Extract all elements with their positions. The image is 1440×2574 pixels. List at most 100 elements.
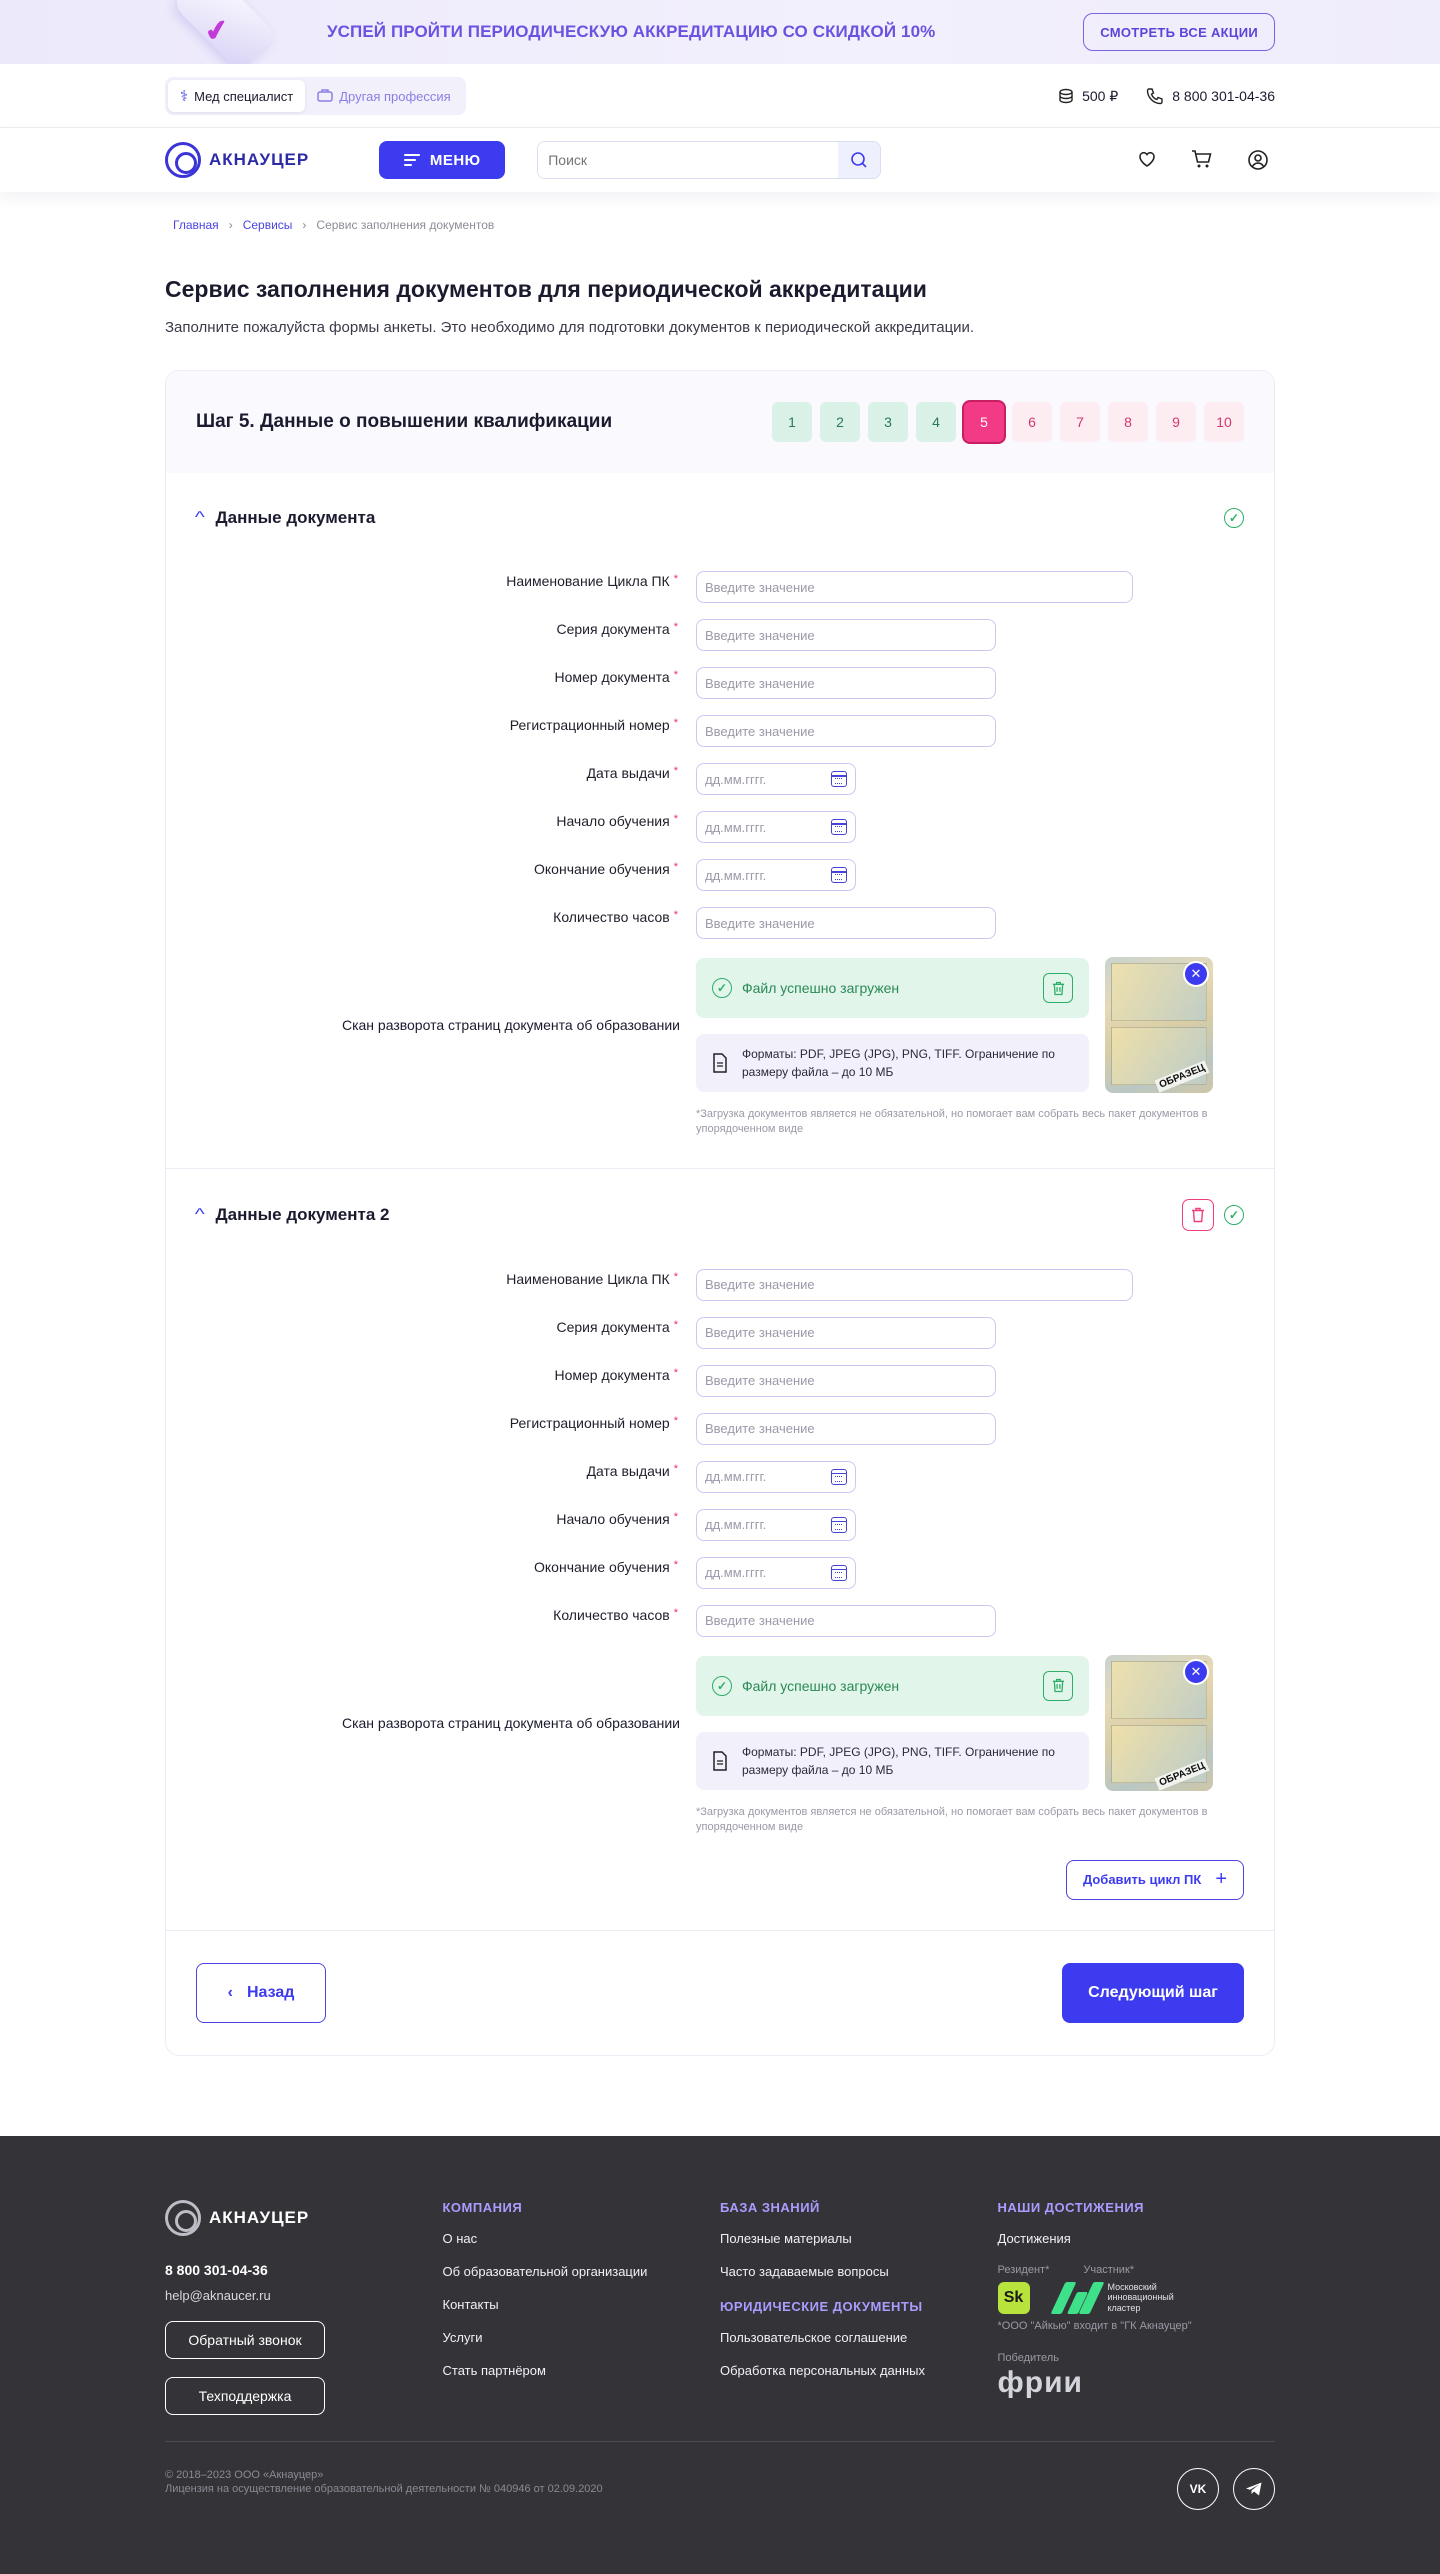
menu-button[interactable]: МЕНЮ — [379, 141, 506, 179]
chevron-up-icon[interactable]: ^ — [195, 509, 205, 527]
calendar-icon[interactable] — [831, 1564, 847, 1581]
main-header: АКНАУЦЕР МЕНЮ — [0, 128, 1440, 192]
uploaded-scan-preview[interactable]: ✕ ОБРАЗЕЦ — [1105, 1654, 1213, 1791]
footer-link-about[interactable]: О нас — [443, 2231, 721, 2246]
footer-link-agreement[interactable]: Пользовательское соглашение — [720, 2330, 998, 2345]
field-label: Наименование Цикла ПК * — [506, 573, 678, 589]
step-10[interactable]: 10 — [1204, 402, 1244, 442]
calendar-icon[interactable] — [831, 771, 847, 787]
calendar-icon[interactable] — [831, 1516, 847, 1533]
calendar-icon[interactable] — [831, 1468, 847, 1485]
upload-success-text: Файл успешно загружен — [742, 1677, 900, 1694]
favorites-heart-icon[interactable] — [1137, 149, 1157, 169]
breadcrumb-home[interactable]: Главная — [173, 218, 219, 232]
calendar-icon[interactable] — [831, 819, 847, 835]
footer-link-services[interactable]: Услуги — [443, 2330, 721, 2345]
text-input-number[interactable]: Введите значение — [696, 1364, 996, 1397]
promo-banner[interactable]: ✔ УСПЕЙ ПРОЙТИ ПЕРИОДИЧЕСКУЮ АККРЕДИТАЦИ… — [0, 0, 1440, 64]
footer-logo[interactable]: АКНАУЦЕР — [165, 2199, 443, 2236]
search-input[interactable] — [538, 142, 839, 178]
text-input-hours[interactable]: Введите значение — [696, 907, 996, 939]
delete-section-button[interactable] — [1182, 1198, 1214, 1231]
text-input-reg[interactable]: Введите значение — [696, 1412, 996, 1445]
date-input-end[interactable]: дд.мм.гггг. — [696, 859, 856, 891]
footer-link-materials[interactable]: Полезные материалы — [720, 2231, 998, 2246]
footer-link-partner[interactable]: Стать партнёром — [443, 2363, 721, 2378]
step-header: Шаг 5. Данные о повышении квалификации 1… — [166, 371, 1274, 473]
step-7[interactable]: 7 — [1060, 402, 1100, 442]
footer-link-privacy[interactable]: Обработка персональных данных — [720, 2363, 998, 2378]
phone-link[interactable]: 8 800 301-04-36 — [1146, 87, 1275, 105]
add-cycle-button[interactable]: Добавить цикл ПК + — [1065, 1859, 1244, 1900]
delete-file-button[interactable] — [1043, 1670, 1073, 1701]
breadcrumb-services[interactable]: Сервисы — [243, 218, 293, 232]
footer-link-edu-org[interactable]: Об образовательной организации — [443, 2264, 721, 2279]
form-row-reg: Регистрационный номер * Введите значение — [196, 1405, 1244, 1453]
step-6[interactable]: 6 — [1012, 402, 1052, 442]
balance[interactable]: 500 ₽ — [1058, 88, 1118, 105]
step-3[interactable]: 3 — [868, 402, 908, 442]
footer-link-achievements[interactable]: Достижения — [998, 2231, 1276, 2246]
vk-icon[interactable]: VK — [1177, 2467, 1219, 2510]
callback-button[interactable]: Обратный звонок — [165, 2320, 325, 2359]
role-tab-other[interactable]: Другая профессия — [305, 80, 462, 112]
text-input-series[interactable]: Введите значение — [696, 1316, 996, 1349]
remove-preview-button[interactable]: ✕ — [1185, 963, 1207, 985]
date-input-issue[interactable]: дд.мм.гггг. — [696, 1460, 856, 1493]
step-1[interactable]: 1 — [772, 402, 812, 442]
cart-icon[interactable] — [1191, 149, 1213, 169]
text-input-cycle[interactable]: Введите значение — [696, 1268, 1133, 1301]
footer-knowledge: БАЗА ЗНАНИЙ Полезные материалы Часто зад… — [720, 2200, 998, 2415]
back-button[interactable]: ‹ Назад — [196, 1962, 326, 2023]
support-button[interactable]: Техподдержка — [165, 2376, 325, 2415]
promo-text: УСПЕЙ ПРОЙТИ ПЕРИОДИЧЕСКУЮ АККРЕДИТАЦИЮ … — [327, 22, 936, 41]
chevron-up-icon[interactable]: ^ — [195, 1206, 205, 1224]
step-4[interactable]: 4 — [916, 402, 956, 442]
search-button[interactable] — [838, 142, 881, 178]
text-input-hours[interactable]: Введите значение — [696, 1604, 996, 1637]
footer-achievements: НАШИ ДОСТИЖЕНИЯ Достижения Резидент* Уча… — [997, 2200, 1276, 2415]
field-label: Окончание обучения * — [534, 861, 678, 877]
text-input-reg[interactable]: Введите значение — [696, 715, 996, 747]
footer-email[interactable]: help@aknaucer.ru — [165, 2288, 443, 2303]
delete-file-button[interactable] — [1043, 973, 1073, 1003]
text-input-number[interactable]: Введите значение — [696, 667, 996, 699]
upload-formats[interactable]: Форматы: PDF, JPEG (JPG), PNG, TIFF. Огр… — [696, 1731, 1089, 1790]
step-5[interactable]: 5 — [964, 402, 1004, 442]
footer-phone[interactable]: 8 800 301-04-36 — [165, 2262, 443, 2278]
next-step-button[interactable]: Следующий шаг — [1062, 1962, 1244, 2023]
upload-formats[interactable]: Форматы: PDF, JPEG (JPG), PNG, TIFF. Огр… — [696, 1034, 1089, 1092]
calendar-icon[interactable] — [831, 867, 847, 883]
field-label: Регистрационный номер * — [509, 1414, 678, 1431]
footer-link-faq[interactable]: Часто задаваемые вопросы — [720, 2264, 998, 2279]
form-row-number: Номер документа * Введите значение — [196, 1357, 1244, 1405]
field-label: Серия документа * — [556, 1318, 678, 1335]
form-row-end: Окончание обучения * дд.мм.гггг. — [196, 1549, 1244, 1597]
role-tab-other-label: Другая профессия — [339, 88, 451, 104]
step-8[interactable]: 8 — [1108, 402, 1148, 442]
step-9[interactable]: 9 — [1156, 402, 1196, 442]
footer-legal-title: ЮРИДИЧЕСКИЕ ДОКУМЕНТЫ — [720, 2298, 923, 2314]
uploaded-scan-preview[interactable]: ✕ ОБРАЗЕЦ — [1105, 957, 1213, 1093]
role-tab-medical[interactable]: ⚕ Мед специалист — [168, 80, 306, 112]
text-input-cycle[interactable]: Введите значение — [696, 571, 1133, 603]
profile-icon[interactable] — [1247, 149, 1269, 171]
step-2[interactable]: 2 — [820, 402, 860, 442]
back-label: Назад — [246, 1983, 295, 2001]
date-input-end[interactable]: дд.мм.гггг. — [696, 1556, 856, 1589]
main-content: Главная › Сервисы › Сервис заполнения до… — [165, 192, 1275, 2056]
trash-icon — [1052, 1679, 1064, 1693]
date-input-start[interactable]: дд.мм.гггг. — [696, 811, 856, 843]
field-label: Наименование Цикла ПК * — [506, 1270, 678, 1287]
telegram-icon[interactable] — [1233, 2467, 1275, 2510]
text-input-series[interactable]: Введите значение — [696, 619, 996, 651]
all-promotions-button[interactable]: СМОТРЕТЬ ВСЕ АКЦИИ — [1083, 13, 1275, 51]
form-row-cycle: Наименование Цикла ПК * Введите значение — [196, 563, 1244, 611]
logo[interactable]: АКНАУЦЕР — [165, 142, 309, 178]
date-input-start[interactable]: дд.мм.гггг. — [696, 1508, 856, 1541]
date-input-issue[interactable]: дд.мм.гггг. — [696, 763, 856, 795]
footer-link-contacts[interactable]: Контакты — [443, 2297, 721, 2312]
field-label: Дата выдачи * — [586, 765, 678, 781]
remove-preview-button[interactable]: ✕ — [1185, 1660, 1207, 1683]
form-row-hours: Количество часов * Введите значение — [196, 1597, 1244, 1645]
